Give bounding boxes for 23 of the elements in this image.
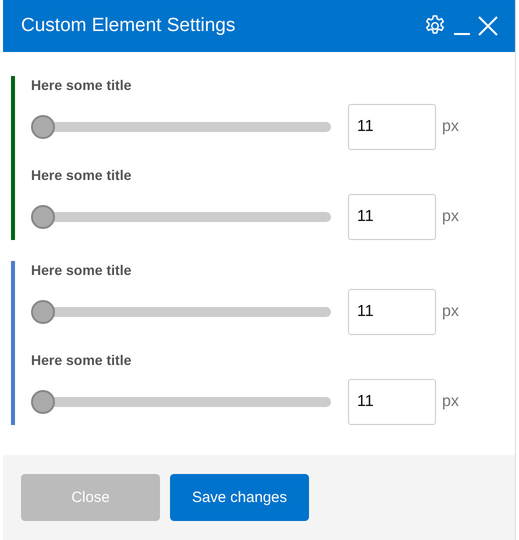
unit-label: px — [442, 393, 459, 411]
slider-thumb[interactable] — [31, 300, 55, 324]
number-input[interactable]: 11 — [348, 379, 436, 425]
setting-title: Here some title — [31, 261, 132, 279]
setting-title: Here some title — [31, 351, 132, 369]
slider[interactable] — [31, 115, 331, 139]
close-icon[interactable] — [477, 15, 499, 37]
unit-label: px — [442, 208, 459, 226]
slider-thumb[interactable] — [31, 390, 55, 414]
setting-title: Here some title — [31, 76, 132, 94]
unit-label: px — [442, 118, 459, 136]
setting-title: Here some title — [31, 166, 132, 184]
slider-thumb[interactable] — [31, 115, 55, 139]
unit-label: px — [442, 303, 459, 321]
number-input[interactable]: 11 — [348, 289, 436, 335]
slider-thumb[interactable] — [31, 205, 55, 229]
slider[interactable] — [31, 390, 331, 414]
number-input[interactable]: 11 — [348, 104, 436, 150]
window-title: Custom Element Settings — [21, 15, 236, 37]
slider[interactable] — [31, 205, 331, 229]
dialog-button[interactable]: Save changes — [170, 474, 309, 521]
number-input[interactable]: 11 — [348, 194, 436, 240]
slider[interactable] — [31, 300, 331, 324]
